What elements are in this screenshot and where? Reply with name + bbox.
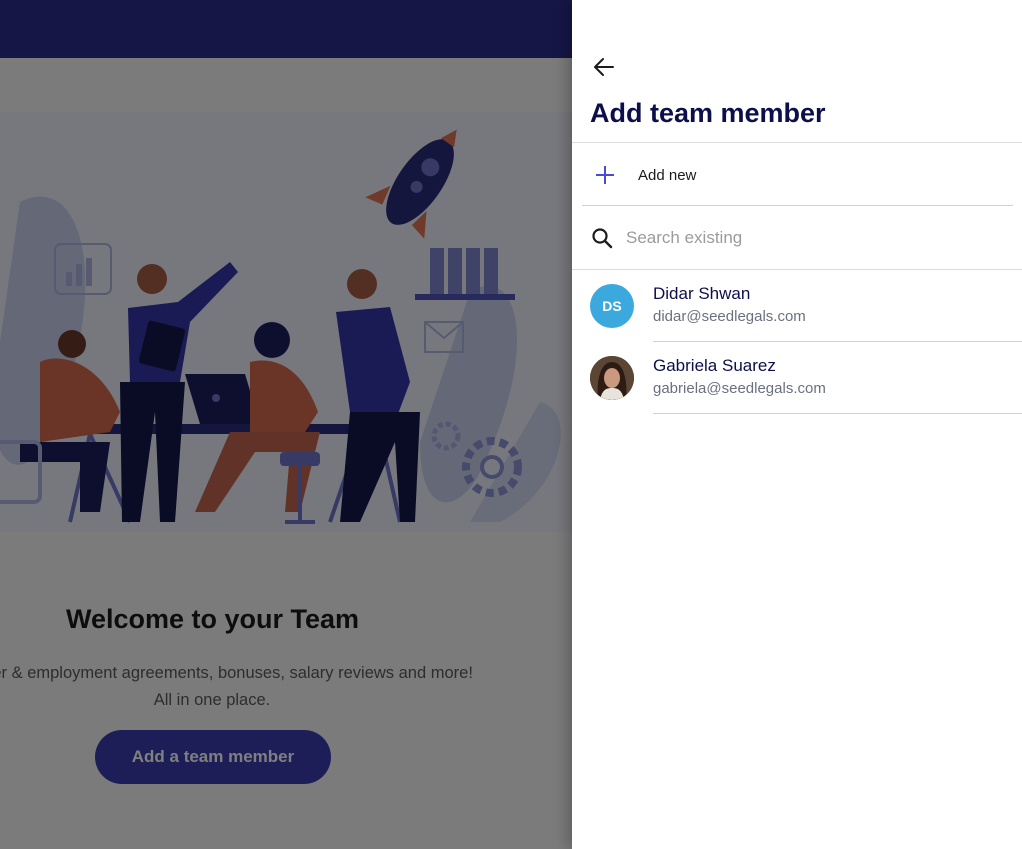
divider <box>572 142 1022 143</box>
search-icon <box>590 226 614 250</box>
add-team-member-drawer: Add team member Add new DS Didar Shwan d… <box>572 0 1022 849</box>
member-row-didar[interactable]: DS Didar Shwan didar@seedlegals.com <box>572 270 1022 342</box>
drawer-title: Add team member <box>590 98 826 128</box>
member-name: Didar Shwan <box>653 284 751 303</box>
member-email: didar@seedlegals.com <box>653 308 806 325</box>
arrow-left-icon <box>594 58 614 76</box>
member-row-gabriela[interactable]: Gabriela Suarez gabriela@seedlegals.com <box>572 342 1022 414</box>
member-name: Gabriela Suarez <box>653 356 776 375</box>
member-email: gabriela@seedlegals.com <box>653 380 826 397</box>
add-new-button[interactable]: Add new <box>582 148 1012 202</box>
search-bar <box>590 218 1010 258</box>
plus-icon <box>594 164 616 186</box>
avatar: DS <box>590 284 634 328</box>
back-button[interactable] <box>590 54 618 80</box>
modal-backdrop[interactable] <box>0 0 572 849</box>
search-input[interactable] <box>626 228 986 248</box>
divider <box>582 205 1013 206</box>
divider <box>653 413 1022 414</box>
add-new-label: Add new <box>638 166 697 184</box>
avatar-initials: DS <box>602 298 622 314</box>
avatar-photo <box>590 356 634 400</box>
